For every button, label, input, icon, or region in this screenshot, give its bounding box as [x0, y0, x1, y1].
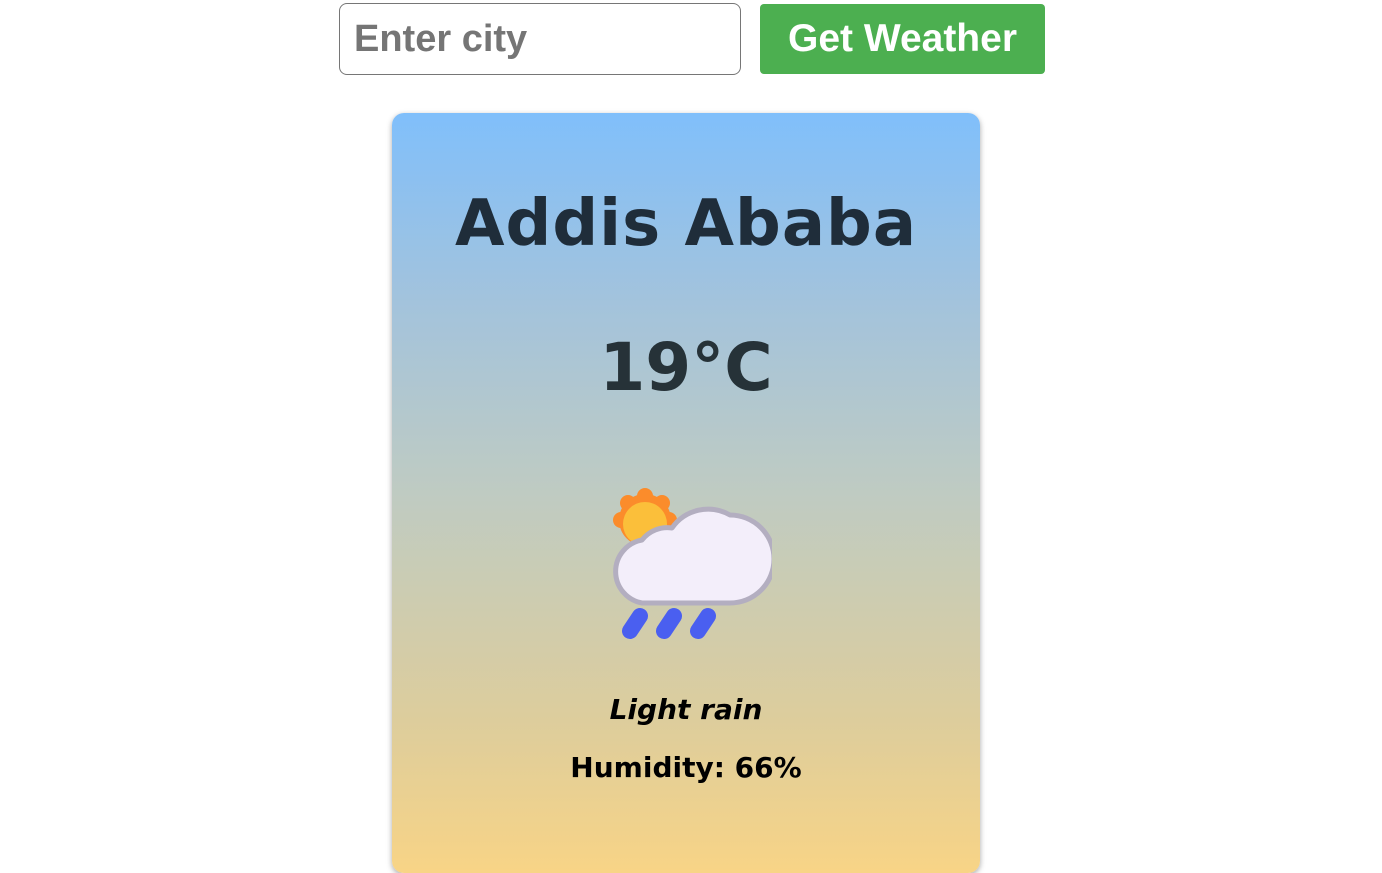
weather-card: Addis Ababa 19°C Light rain Humidity: 66…	[392, 113, 980, 873]
temperature: 19°C	[599, 329, 773, 406]
humidity-value: 66%	[734, 751, 802, 784]
city-search-input[interactable]	[339, 3, 741, 75]
partly-cloudy-rain-icon	[613, 488, 772, 639]
weather-description: Light rain	[609, 693, 763, 726]
rain-drops-icon	[622, 608, 716, 639]
humidity: Humidity: 66%	[392, 751, 980, 784]
get-weather-button[interactable]: Get Weather	[760, 4, 1045, 74]
search-bar: Get Weather	[339, 3, 1045, 75]
city-name: Addis Ababa	[455, 187, 917, 261]
humidity-label: Humidity:	[570, 751, 725, 784]
